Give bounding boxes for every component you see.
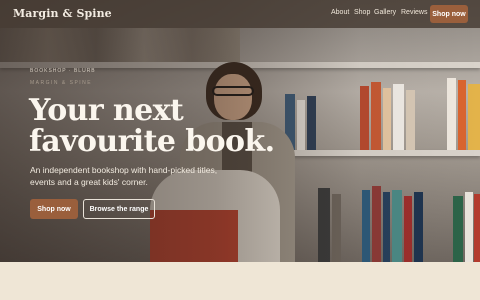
hero-subtitle-line1: An independent bookshop with hand-picked… xyxy=(30,165,218,175)
nav-link-about[interactable]: About xyxy=(331,9,349,16)
header-shop-now-button[interactable]: Shop now xyxy=(430,5,468,23)
top-navigation-bar: Margin & Spine About Shop Gallery Review… xyxy=(0,0,480,28)
nav-link-gallery[interactable]: Gallery xyxy=(374,9,396,16)
hero-headline-line1: Your next xyxy=(29,93,184,128)
page-content-area xyxy=(0,262,480,300)
hero-subtitle-line2: events and a great kids' corner. xyxy=(30,177,148,187)
browse-range-button[interactable]: Browse the range xyxy=(83,199,155,219)
nav-link-shop[interactable]: Shop xyxy=(354,9,370,16)
brand-logo-text[interactable]: Margin & Spine xyxy=(13,7,112,20)
hero-eyebrow: BOOKSHOP · BLURB xyxy=(30,68,96,74)
hero-shop-now-button[interactable]: Shop now xyxy=(30,199,78,219)
hero-eyebrow-secondary: MARGIN & SPINE xyxy=(30,80,93,86)
nav-link-reviews[interactable]: Reviews xyxy=(401,9,427,16)
hero-headline-line2: favourite book. xyxy=(29,124,275,159)
hero-section: BOOKSHOP · BLURB MARGIN & SPINE Your nex… xyxy=(0,0,480,262)
